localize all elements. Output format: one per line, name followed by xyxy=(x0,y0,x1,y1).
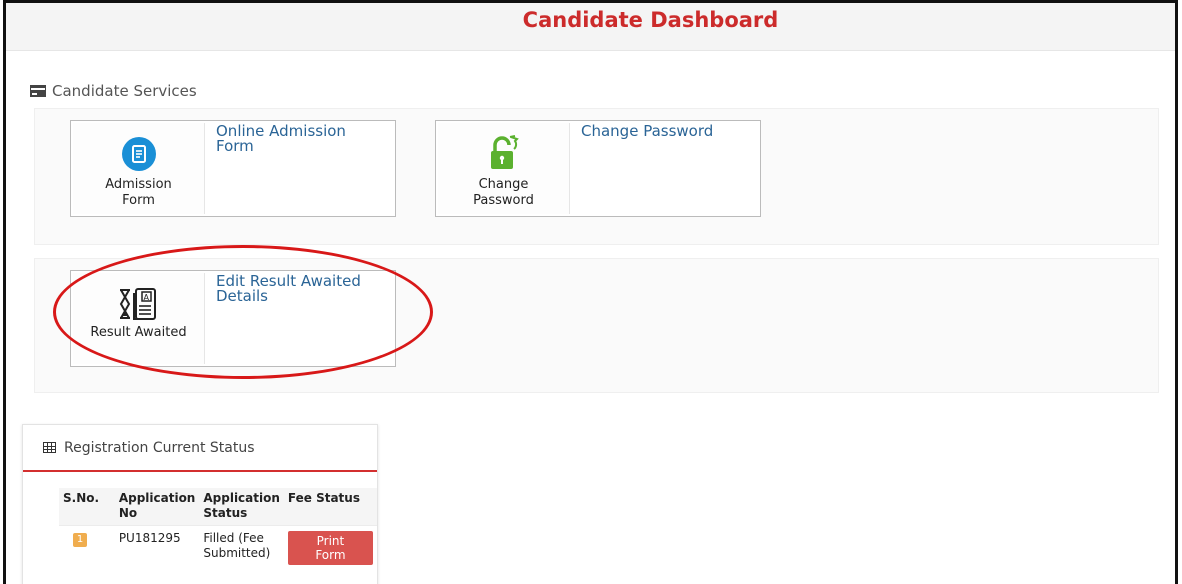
col-application-status: Application Status xyxy=(199,488,284,526)
tile-caption: Result Awaited xyxy=(90,325,187,340)
cell-fee-status: Print Form xyxy=(283,525,377,570)
table-header-row: S.No. Application No Application Status … xyxy=(59,488,377,526)
page-title: Candidate Dashboard xyxy=(522,7,779,32)
registration-status-title: Registration Current Status xyxy=(64,439,255,456)
table-row: 1 PU181295 Filled (Fee Submitted) Print … xyxy=(59,525,377,570)
tile-icon-box[interactable]: A Result Awaited xyxy=(73,273,205,364)
edit-result-awaited-link[interactable]: Edit Result Awaited Details xyxy=(216,274,386,304)
registration-status-panel: Registration Current Status S.No. Applic… xyxy=(22,424,378,584)
services-heading-label: Candidate Services xyxy=(52,82,197,100)
registration-table: S.No. Application No Application Status … xyxy=(59,488,377,570)
services-panel-1: Admission Form Online Admission Form Cha… xyxy=(34,108,1159,245)
change-password-link[interactable]: Change Password xyxy=(581,124,751,139)
document-icon xyxy=(121,137,156,171)
col-sno: S.No. xyxy=(59,488,115,526)
tile-result-awaited[interactable]: A Result Awaited Edit Result Awaited Det… xyxy=(70,270,396,367)
cell-application-status: Filled (Fee Submitted) xyxy=(199,525,284,570)
table-icon xyxy=(43,442,56,453)
print-form-button[interactable]: Print Form xyxy=(287,531,373,565)
online-admission-form-link[interactable]: Online Admission Form xyxy=(216,124,386,154)
tile-change-password[interactable]: Change Password Change Password xyxy=(435,120,761,217)
tile-admission-form[interactable]: Admission Form Online Admission Form xyxy=(70,120,396,217)
services-panel-2: A Result Awaited Edit Result Awaited Det… xyxy=(34,258,1159,393)
services-heading: Candidate Services xyxy=(30,82,197,100)
svg-text:A: A xyxy=(143,293,149,302)
col-fee-status: Fee Status xyxy=(283,488,377,526)
cell-sno: 1 xyxy=(59,525,115,570)
hourglass-document-icon: A xyxy=(119,288,156,320)
credit-card-icon xyxy=(30,85,46,97)
registration-status-header: Registration Current Status xyxy=(23,425,377,472)
tile-icon-box[interactable]: Admission Form xyxy=(73,123,205,214)
tile-caption: Change Password xyxy=(473,177,534,208)
header-bar: Candidate Dashboard xyxy=(6,3,1175,51)
cell-application-no: PU181295 xyxy=(114,525,200,570)
tile-caption: Admission Form xyxy=(105,177,172,208)
sno-badge: 1 xyxy=(73,533,87,547)
dashboard-frame: Candidate Dashboard Candidate Services A… xyxy=(3,0,1178,584)
lock-icon xyxy=(490,135,519,169)
tile-icon-box[interactable]: Change Password xyxy=(438,123,570,214)
col-application-no: Application No xyxy=(114,488,200,526)
